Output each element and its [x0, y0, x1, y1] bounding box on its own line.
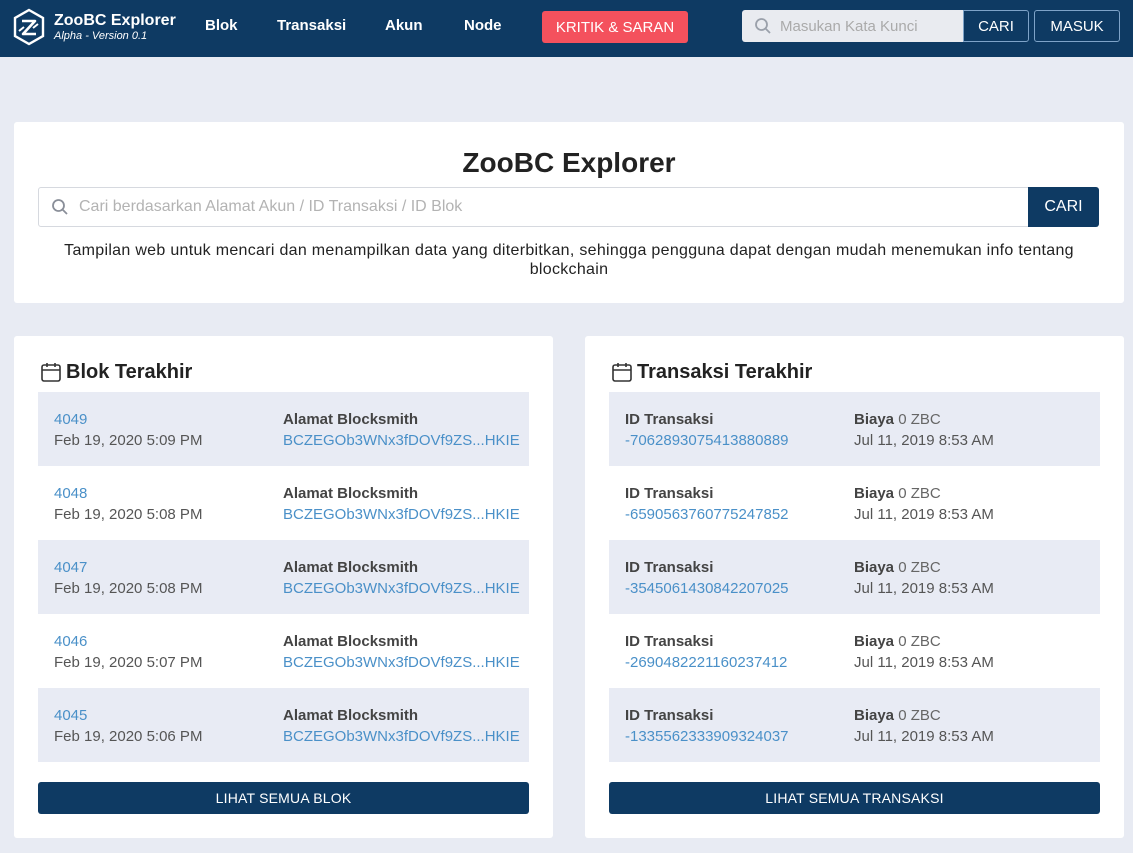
hero-description: Tampilan web untuk mencari dan menampilk…: [64, 242, 1074, 278]
fee-label: Biaya: [854, 559, 895, 576]
block-height-link[interactable]: 4047: [54, 557, 202, 578]
search-icon: [52, 199, 68, 215]
page-title: ZooBC Explorer: [462, 147, 676, 178]
brand[interactable]: ZooBC Explorer Alpha - Version 0.1: [12, 8, 176, 46]
transaction-row: ID Transaksi -7062893075413880889 Biaya 0…: [609, 392, 1100, 466]
calendar-icon: [41, 363, 61, 382]
blocksmith-label: Alamat Blocksmith: [283, 411, 419, 428]
block-row: 4047 Feb 19, 2020 5:08 PM Alamat Blocksmi…: [38, 540, 529, 614]
nav-link-node[interactable]: Node: [464, 17, 502, 35]
block-height-link[interactable]: 4049: [54, 409, 202, 430]
transaction-id-label: ID Transaksi: [625, 485, 714, 502]
nav-search-button[interactable]: CARI: [963, 10, 1029, 42]
nav-link-blok[interactable]: Blok: [205, 17, 238, 35]
block-height-link[interactable]: 4048: [54, 483, 202, 504]
fee-value: 0 ZBC: [898, 411, 941, 428]
transaction-id-link[interactable]: -2690482221160237412: [625, 652, 787, 673]
block-time: Feb 19, 2020 5:06 PM: [54, 728, 203, 745]
nav-link-akun[interactable]: Akun: [385, 17, 423, 35]
transaction-time: Jul 11, 2019 8:53 AM: [854, 654, 994, 671]
blocksmith-label: Alamat Blocksmith: [283, 633, 419, 650]
transaction-id-link[interactable]: -6590563760775247852: [625, 504, 789, 525]
search-icon: [755, 18, 771, 34]
blocksmith-address-link[interactable]: BCZEGOb3WNx3fDOVf9ZS...HKIE: [283, 578, 520, 599]
transaction-time: Jul 11, 2019 8:53 AM: [854, 728, 994, 745]
fee-label: Biaya: [854, 707, 895, 724]
transaction-time: Jul 11, 2019 8:53 AM: [854, 506, 994, 523]
nav-search-input[interactable]: [780, 17, 960, 35]
hero-search-box: [38, 187, 1029, 227]
transaction-id-label: ID Transaksi: [625, 559, 714, 576]
zoobc-logo-icon: [13, 8, 45, 46]
login-button[interactable]: MASUK: [1034, 10, 1120, 42]
transaction-time: Jul 11, 2019 8:53 AM: [854, 580, 994, 597]
block-row: 4048 Feb 19, 2020 5:08 PM Alamat Blocksmi…: [38, 466, 529, 540]
feedback-button[interactable]: KRITIK & SARAN: [542, 11, 688, 43]
blocksmith-address-link[interactable]: BCZEGOb3WNx3fDOVf9ZS...HKIE: [283, 726, 520, 747]
see-all-transactions-button[interactable]: LIHAT SEMUA TRANSAKSI: [609, 782, 1100, 814]
transaction-time: Jul 11, 2019 8:53 AM: [854, 432, 994, 449]
panel-title: Blok Terakhir: [66, 361, 193, 383]
block-time: Feb 19, 2020 5:09 PM: [54, 432, 203, 449]
blocksmith-label: Alamat Blocksmith: [283, 559, 419, 576]
fee-label: Biaya: [854, 485, 895, 502]
transaction-id-label: ID Transaksi: [625, 633, 714, 650]
transaction-row: ID Transaksi -6590563760775247852 Biaya 0…: [609, 466, 1100, 540]
transaction-id-link[interactable]: -7062893075413880889: [625, 430, 789, 451]
blocksmith-label: Alamat Blocksmith: [283, 707, 419, 724]
transaction-row: ID Transaksi -2690482221160237412 Biaya 0…: [609, 614, 1100, 688]
block-time: Feb 19, 2020 5:08 PM: [54, 506, 203, 523]
transaction-id-link[interactable]: -3545061430842207025: [625, 578, 789, 599]
blocksmith-label: Alamat Blocksmith: [283, 485, 419, 502]
block-height-link[interactable]: 4045: [54, 705, 202, 726]
brand-version: Alpha - Version 0.1: [54, 30, 148, 42]
hero-card: ZooBC Explorer CARI Tampilan web untuk m…: [14, 122, 1124, 303]
latest-transactions-panel: Transaksi Terakhir ID Transaksi -70628930…: [585, 336, 1124, 838]
block-time: Feb 19, 2020 5:07 PM: [54, 654, 203, 671]
hero-search-button[interactable]: CARI: [1028, 187, 1099, 227]
latest-blocks-panel: Blok Terakhir 4049 Feb 19, 2020 5:09 PM A…: [14, 336, 553, 838]
brand-name: ZooBC Explorer: [54, 12, 176, 29]
fee-label: Biaya: [854, 411, 895, 428]
nav-search-box: [742, 10, 964, 42]
block-row: 4049 Feb 19, 2020 5:09 PM Alamat Blocksmi…: [38, 392, 529, 466]
transaction-id-link[interactable]: -1335562333909324037: [625, 726, 789, 747]
transaction-id-label: ID Transaksi: [625, 411, 714, 428]
transaction-row: ID Transaksi -1335562333909324037 Biaya 0…: [609, 688, 1100, 762]
see-all-blocks-button[interactable]: LIHAT SEMUA BLOK: [38, 782, 529, 814]
blocksmith-address-link[interactable]: BCZEGOb3WNx3fDOVf9ZS...HKIE: [283, 504, 520, 525]
block-height-link[interactable]: 4046: [54, 631, 202, 652]
block-row: 4046 Feb 19, 2020 5:07 PM Alamat Blocksmi…: [38, 614, 529, 688]
fee-label: Biaya: [854, 633, 895, 650]
calendar-icon: [612, 363, 632, 382]
nav-link-transaksi[interactable]: Transaksi: [277, 17, 346, 35]
block-time: Feb 19, 2020 5:08 PM: [54, 580, 203, 597]
transaction-id-label: ID Transaksi: [625, 707, 714, 724]
navbar: ZooBC Explorer Alpha - Version 0.1 Blok …: [0, 0, 1133, 57]
blocksmith-address-link[interactable]: BCZEGOb3WNx3fDOVf9ZS...HKIE: [283, 430, 520, 451]
panel-title: Transaksi Terakhir: [637, 361, 813, 383]
transaction-row: ID Transaksi -3545061430842207025 Biaya 0…: [609, 540, 1100, 614]
fee-value: 0 ZBC: [898, 633, 941, 650]
fee-value: 0 ZBC: [898, 485, 941, 502]
fee-value: 0 ZBC: [898, 559, 941, 576]
block-row: 4045 Feb 19, 2020 5:06 PM Alamat Blocksmi…: [38, 688, 529, 762]
blocksmith-address-link[interactable]: BCZEGOb3WNx3fDOVf9ZS...HKIE: [283, 652, 520, 673]
fee-value: 0 ZBC: [898, 707, 941, 724]
hero-search-input[interactable]: [79, 198, 999, 216]
